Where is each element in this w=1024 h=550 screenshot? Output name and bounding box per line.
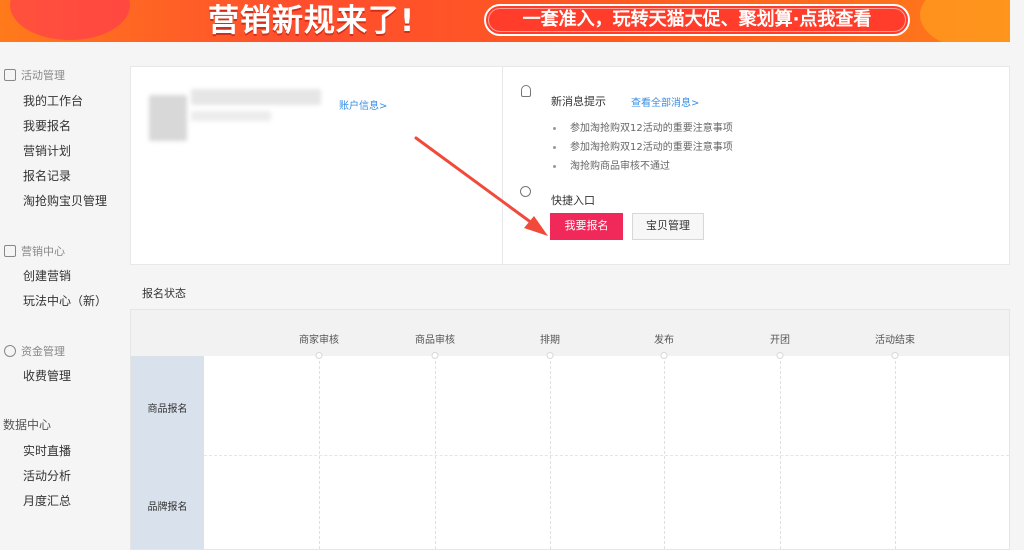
list-item[interactable]: 参加淘抢购双12活动的重要注意事项 (551, 138, 733, 157)
activity-icon (4, 69, 16, 81)
list-item[interactable]: 淘抢购商品审核不通过 (551, 157, 733, 176)
row-label-product: 商品报名 (147, 404, 188, 415)
sidebar-item-signup[interactable]: 我要报名 (23, 117, 71, 134)
banner-decoration (920, 0, 1010, 42)
sidebar-item-play-center[interactable]: 玩法中心（新） (23, 292, 107, 309)
status-table: 商家审核 商品审核 排期 发布 开团 活动结束 商品报名 品牌报名 (130, 309, 1010, 550)
account-name-blurred (191, 89, 321, 105)
step-schedule: 排期 (540, 335, 560, 346)
banner-headline: 营销新规来了! (208, 3, 416, 39)
money-icon (4, 345, 16, 357)
status-header: 商家审核 商品审核 排期 发布 开团 活动结束 (131, 310, 1009, 356)
sidebar-group-funds: 资金管理 (4, 343, 65, 359)
step-merchant-review: 商家审核 (299, 335, 339, 346)
banner-cta[interactable]: 一套准入，玩转天猫大促、聚划算·点我查看 (484, 4, 910, 36)
row-separator (204, 455, 1009, 456)
avatar (149, 95, 187, 141)
sidebar-group-title: 资金管理 (21, 345, 65, 358)
step-divider (895, 356, 896, 549)
gift-icon (4, 245, 16, 257)
step-divider (780, 356, 781, 549)
sidebar-item-monthly[interactable]: 月度汇总 (23, 492, 71, 509)
sidebar-item-live[interactable]: 实时直播 (23, 442, 71, 459)
sidebar-item-plan[interactable]: 营销计划 (23, 142, 71, 159)
step-divider (435, 356, 436, 549)
sidebar-group-data: 数据中心 (3, 416, 51, 433)
step-publish: 发布 (654, 335, 674, 346)
step-divider (664, 356, 665, 549)
sidebar-item-records[interactable]: 报名记录 (23, 167, 71, 184)
account-info-blurred (191, 111, 271, 121)
sidebar-item-analysis[interactable]: 活动分析 (23, 467, 71, 484)
signup-button[interactable]: 我要报名 (550, 213, 623, 240)
quick-entry-title: 快捷入口 (551, 194, 595, 207)
view-all-messages-link[interactable]: 查看全部消息> (631, 94, 699, 109)
bell-icon (521, 85, 531, 97)
row-label-brand: 品牌报名 (147, 502, 188, 513)
account-card: 账户信息> (130, 66, 503, 265)
row-label-column: 商品报名 品牌报名 (131, 356, 204, 549)
sidebar-group-activity: 活动管理 (4, 67, 65, 83)
step-dot (891, 352, 899, 359)
sidebar-item-create[interactable]: 创建营销 (23, 267, 71, 284)
step-dot (431, 352, 439, 359)
message-card: 新消息提示 查看全部消息> 参加淘抢购双12活动的重要注意事项 参加淘抢购双12… (502, 66, 1010, 265)
account-info-link[interactable]: 账户信息> (339, 97, 387, 112)
sidebar-group-title: 数据中心 (3, 418, 52, 432)
step-dot (660, 352, 668, 359)
quick-entry-icon (520, 186, 531, 197)
status-title: 报名状态 (142, 287, 186, 300)
step-product-review: 商品审核 (415, 335, 455, 346)
step-dot (315, 352, 323, 359)
step-dot (546, 352, 554, 359)
sidebar-item-fees[interactable]: 收费管理 (23, 367, 71, 384)
sidebar-group-marketing: 营销中心 (4, 243, 65, 259)
step-open: 开团 (770, 335, 790, 346)
message-list: 参加淘抢购双12活动的重要注意事项 参加淘抢购双12活动的重要注意事项 淘抢购商… (551, 119, 733, 176)
promo-banner[interactable]: 营销新规来了! 一套准入，玩转天猫大促、聚划算·点我查看 (0, 0, 1010, 42)
item-management-button[interactable]: 宝贝管理 (632, 213, 704, 240)
step-divider (319, 356, 320, 549)
messages-title: 新消息提示 (551, 95, 606, 108)
banner-decoration (10, 0, 130, 40)
sidebar-item-flash-items[interactable]: 淘抢购宝贝管理 (23, 192, 107, 209)
step-end: 活动结束 (875, 335, 915, 346)
step-dot (776, 352, 784, 359)
step-divider (550, 356, 551, 549)
list-item[interactable]: 参加淘抢购双12活动的重要注意事项 (551, 119, 733, 138)
sidebar-group-title: 营销中心 (21, 245, 65, 258)
sidebar-item-workbench[interactable]: 我的工作台 (23, 92, 83, 109)
banner-cta-border (488, 8, 906, 32)
sidebar-group-title: 活动管理 (21, 69, 65, 82)
